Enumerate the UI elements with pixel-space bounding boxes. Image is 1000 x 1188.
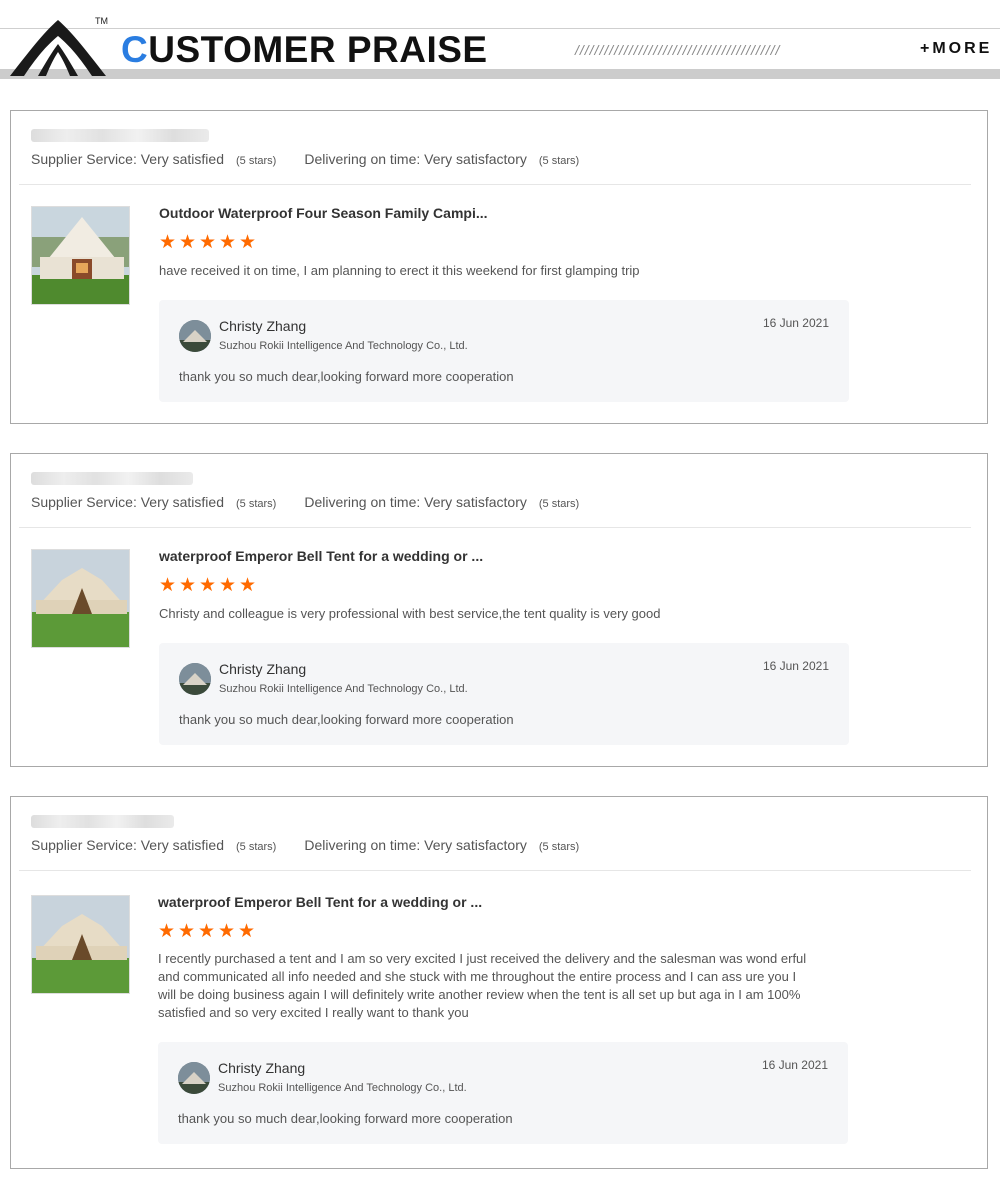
star-icon: ★ [199,232,217,253]
star-rating: ★ ★ ★ ★ ★ [159,575,259,596]
product-thumbnail[interactable] [31,206,130,305]
delivery-rating: Delivering on time: Very satisfactory [304,151,527,167]
star-rating: ★ ★ ★ ★ ★ [158,921,258,942]
product-title[interactable]: waterproof Emperor Bell Tent for a weddi… [159,548,483,564]
review-text: have received it on time, I am planning … [159,263,640,278]
reply-message: thank you so much dear,looking forward m… [179,712,514,727]
star-icon: ★ [199,575,217,596]
decorative-slashes: ////////////////////////////////////////… [575,42,781,58]
reply-company: Suzhou Rokii Intelligence And Technology… [218,1082,467,1094]
product-title[interactable]: waterproof Emperor Bell Tent for a weddi… [158,894,482,910]
page-title: CUSTOMER PRAISE [121,30,488,70]
review-card: Supplier Service: Very satisfied (5 stars… [10,453,988,767]
star-icon: ★ [198,921,216,942]
supplier-ratings: Supplier Service: Very satisfied (5 stars… [31,494,579,510]
supplier-ratings: Supplier Service: Very satisfied (5 stars… [31,151,579,167]
masked-buyer-name [31,472,193,485]
product-thumbnail[interactable] [31,549,130,648]
star-icon: ★ [218,921,236,942]
card-divider [19,870,971,871]
supplier-service-stars: (5 stars) [235,498,277,510]
star-icon: ★ [238,921,256,942]
reply-company: Suzhou Rokii Intelligence And Technology… [219,683,468,695]
product-thumbnail[interactable] [31,895,130,994]
supplier-ratings: Supplier Service: Very satisfied (5 stars… [31,837,579,853]
product-title[interactable]: Outdoor Waterproof Four Season Family Ca… [159,205,488,221]
masked-buyer-name [31,129,209,142]
review-card: Supplier Service: Very satisfied (5 stars… [10,110,988,424]
masked-buyer-name [31,815,174,828]
tent-image-icon [32,550,129,647]
star-icon: ★ [159,232,177,253]
star-icon: ★ [158,921,176,942]
header-underline-bar [0,69,1000,79]
reply-date: 16 Jun 2021 [762,659,829,673]
star-icon: ★ [179,232,197,253]
supplier-service-rating: Supplier Service: Very satisfied [31,837,224,853]
tent-image-icon [32,207,129,304]
tent-image-icon [32,896,129,993]
supplier-reply: Christy Zhang Suzhou Rokii Intelligence … [158,1042,848,1144]
star-icon: ★ [239,575,257,596]
review-text: I recently purchased a tent and I am so … [158,951,807,1020]
supplier-service-rating: Supplier Service: Very satisfied [31,494,224,510]
reply-author: Christy Zhang [219,318,307,334]
review-card: Supplier Service: Very satisfied (5 stars… [10,796,988,1169]
avatar [179,663,211,695]
star-icon: ★ [239,232,257,253]
trademark-mark: TM [95,16,108,26]
reply-message: thank you so much dear,looking forward m… [178,1111,513,1126]
supplier-service-stars: (5 stars) [235,841,277,853]
page-title-initial: C [121,29,149,70]
star-icon: ★ [219,232,237,253]
supplier-reply: Christy Zhang Suzhou Rokii Intelligence … [159,300,849,402]
page-title-rest: USTOMER PRAISE [148,29,488,70]
delivery-stars: (5 stars) [538,498,580,510]
more-link[interactable]: +MORE [920,40,992,58]
supplier-reply: Christy Zhang Suzhou Rokii Intelligence … [159,643,849,745]
star-icon: ★ [159,575,177,596]
reply-date: 16 Jun 2021 [761,1058,828,1072]
delivery-rating: Delivering on time: Very satisfactory [304,494,527,510]
delivery-rating: Delivering on time: Very satisfactory [304,837,527,853]
star-icon: ★ [179,575,197,596]
card-divider [19,184,971,185]
avatar [178,1062,210,1094]
reply-message: thank you so much dear,looking forward m… [179,369,514,384]
supplier-service-rating: Supplier Service: Very satisfied [31,151,224,167]
supplier-service-stars: (5 stars) [235,155,277,167]
star-icon: ★ [219,575,237,596]
card-divider [19,527,971,528]
star-icon: ★ [178,921,196,942]
reply-author: Christy Zhang [219,661,307,677]
review-text: Christy and colleague is very profession… [159,606,661,621]
delivery-stars: (5 stars) [538,841,580,853]
reply-author: Christy Zhang [218,1060,306,1076]
page-header: TM CUSTOMER PRAISE /////////////////////… [0,0,1000,80]
avatar [179,320,211,352]
reply-company: Suzhou Rokii Intelligence And Technology… [219,340,468,352]
reply-date: 16 Jun 2021 [762,316,829,330]
delivery-stars: (5 stars) [538,155,580,167]
brand-logo-icon [10,20,106,76]
star-rating: ★ ★ ★ ★ ★ [159,232,259,253]
